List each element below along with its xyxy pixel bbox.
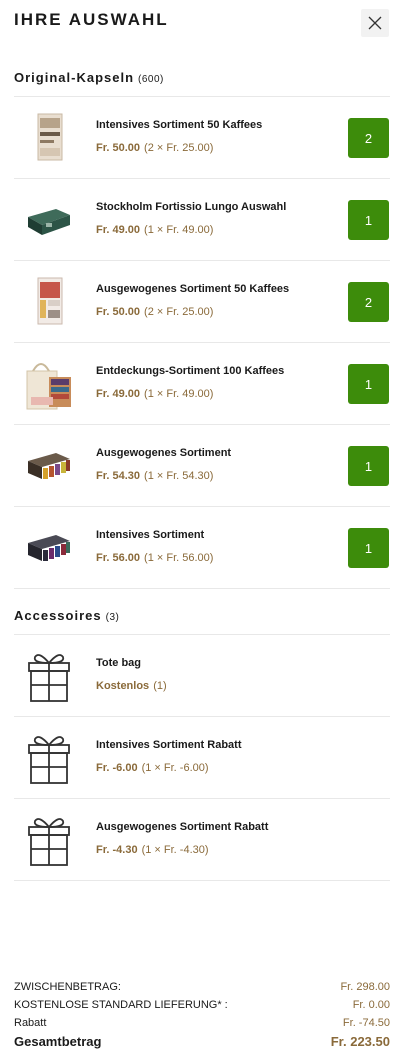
item-name: Entdeckungs-Sortiment 100 Kaffees (96, 365, 285, 377)
item-name: Ausgewogenes Sortiment (96, 447, 232, 459)
quantity-button[interactable]: 1 (348, 446, 389, 486)
item-price-detail: (1 × Fr. 54.30) (144, 470, 214, 482)
item-name: Stockholm Fortissio Lungo Auswahl (96, 201, 287, 213)
item-name: Intensives Sortiment 50 Kaffees (96, 119, 263, 131)
item-price-line: Fr. -6.00 (1 × Fr. -6.00) (96, 762, 209, 774)
cart-item: Entdeckungs-Sortiment 100 Kaffees Fr. 49… (14, 343, 390, 425)
shipping-value: Fr. 0.00 (352, 999, 390, 1011)
item-price-line: Fr. 49.00 (1 × Fr. 49.00) (96, 388, 213, 400)
tote-bag-image (22, 357, 76, 411)
item-price: Fr. -6.00 (96, 762, 138, 774)
item-price-detail: (1 × Fr. 49.00) (144, 388, 214, 400)
cart-header: IHRE AUSWAHL (0, 0, 405, 48)
capsules-heading: Original-Kapseln (600) (14, 70, 164, 85)
item-name: Intensives Sortiment Rabatt (96, 739, 242, 751)
item-price-detail: (2 × Fr. 25.00) (144, 306, 214, 318)
item-name: Ausgewogenes Sortiment Rabatt (96, 821, 269, 833)
subtotal-value: Fr. 298.00 (340, 981, 390, 993)
quantity-button[interactable]: 2 (348, 118, 389, 158)
cart-item: Ausgewogenes Sortiment Rabatt Fr. -4.30(… (14, 799, 390, 881)
accessories-heading: Accessoires (3) (14, 608, 119, 623)
total-label: Gesamtbetrag (14, 1033, 102, 1049)
shipping-row: KOSTENLOSE STANDARD LIEFERUNG* : Fr. 0.0… (14, 997, 390, 1013)
item-name: Intensives Sortiment (96, 529, 205, 541)
discount-row: Rabatt Fr. -74.50 (14, 1015, 390, 1031)
quantity-button[interactable]: 1 (348, 200, 389, 240)
close-icon (368, 16, 382, 30)
total-row: Gesamtbetrag Fr. 223.50 (14, 1033, 390, 1049)
capsules-count: (600) (138, 74, 164, 85)
cart-item: Stockholm Fortissio Lungo Auswahl Fr. 49… (14, 179, 390, 261)
cart-item: Intensives Sortiment 50 Kaffees Fr. 50.0… (14, 97, 390, 179)
item-price-line: Fr. -4.30 (1 × Fr. -4.30) (96, 844, 209, 856)
item-price: Kostenlos (96, 680, 150, 692)
quantity-button[interactable]: 1 (348, 364, 389, 404)
product-box-image (22, 275, 76, 329)
item-price: Fr. 49.00 (96, 388, 141, 400)
item-price: Fr. 56.00 (96, 552, 141, 564)
capsules-heading-label: Original-Kapseln (14, 70, 135, 85)
item-price-detail: (1 × Fr. -4.30) (141, 844, 209, 856)
discount-value: Fr. -74.50 (342, 1017, 390, 1029)
item-price-detail: (1 × Fr. -6.00) (141, 762, 209, 774)
item-price-line: Kostenlos (1) (96, 680, 167, 692)
item-price-line: Fr. 56.00 (1 × Fr. 56.00) (96, 552, 213, 564)
quantity-button[interactable]: 1 (348, 528, 389, 568)
cart-item: Ausgewogenes Sortiment 50 Kaffees Fr. 50… (14, 261, 390, 343)
item-name: Tote bag (96, 657, 142, 669)
item-price-line: Fr. 50.00 (2 × Fr. 25.00) (96, 142, 213, 154)
item-price-detail: (1 × Fr. 49.00) (144, 224, 214, 236)
discount-label: Rabatt (14, 1017, 47, 1029)
gift-icon (22, 731, 76, 785)
quantity-button[interactable]: 2 (348, 282, 389, 322)
item-price: Fr. 49.00 (96, 224, 141, 236)
shipping-label: KOSTENLOSE STANDARD LIEFERUNG* : (14, 999, 228, 1011)
cart-item: Tote bag Kostenlos (1) (14, 635, 390, 717)
subtotal-row: ZWISCHENBETRAG: Fr. 298.00 (14, 979, 390, 995)
item-price-detail: (2 × Fr. 25.00) (144, 142, 214, 154)
accessories-count: (3) (105, 612, 120, 623)
cart-item: Intensives Sortiment Rabatt Fr. -6.00 (1 … (14, 717, 390, 799)
subtotal-label: ZWISCHENBETRAG: (14, 981, 121, 993)
item-name: Ausgewogenes Sortiment 50 Kaffees (96, 283, 290, 295)
accessories-heading-label: Accessoires (14, 608, 102, 623)
capsule-sleeves-image (22, 439, 76, 493)
item-price-detail: (1) (153, 680, 167, 692)
item-price-line: Fr. 50.00 (2 × Fr. 25.00) (96, 306, 213, 318)
item-price-line: Fr. 49.00 (1 × Fr. 49.00) (96, 224, 213, 236)
capsule-sleeves-image (22, 521, 76, 575)
gift-icon (22, 813, 76, 867)
close-button[interactable] (361, 9, 389, 37)
page-title: IHRE AUSWAHL (14, 10, 169, 29)
item-price-line: Fr. 54.30 (1 × Fr. 54.30) (96, 470, 213, 482)
product-box-image (22, 111, 76, 165)
gift-icon (22, 649, 76, 703)
order-summary: ZWISCHENBETRAG: Fr. 298.00 KOSTENLOSE ST… (14, 979, 390, 1051)
item-price: Fr. -4.30 (96, 844, 138, 856)
item-price-detail: (1 × Fr. 56.00) (144, 552, 214, 564)
cart-item: Ausgewogenes Sortiment Fr. 54.30 (1 × Fr.… (14, 425, 390, 507)
total-value: Fr. 223.50 (330, 1033, 390, 1049)
item-price: Fr. 54.30 (96, 470, 141, 482)
item-price: Fr. 50.00 (96, 142, 141, 154)
cart-item: Intensives Sortiment Fr. 56.00 (1 × Fr. 5… (14, 507, 390, 589)
product-box-image (22, 193, 76, 247)
item-price: Fr. 50.00 (96, 306, 141, 318)
